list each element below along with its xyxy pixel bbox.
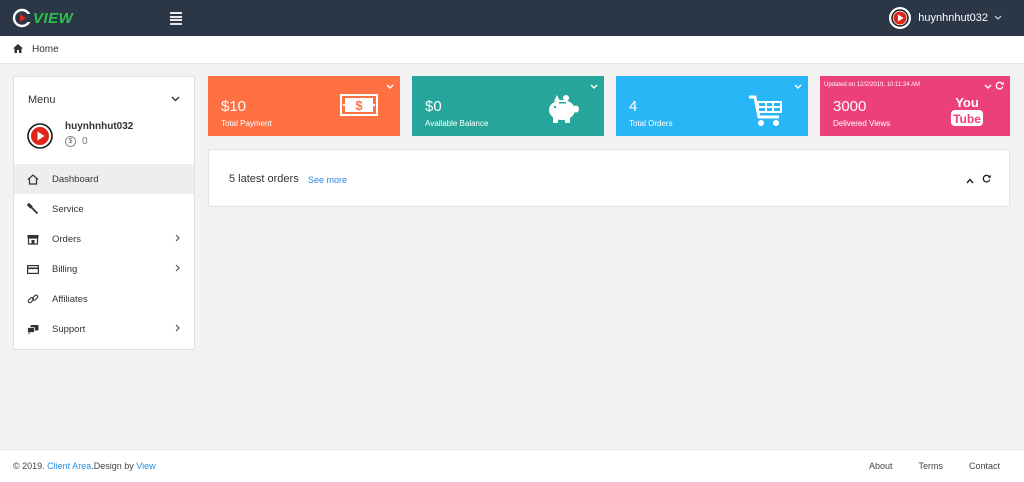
footer-link-contact[interactable]: Contact [969,461,1000,471]
sidebar: Menu huynhnhut032 $ 0 Dashboard Service … [13,76,195,350]
top-navbar: VIEW huynhnhut032 [0,0,1024,36]
chevron-up-icon[interactable] [966,175,974,187]
piggy-bank-icon [544,92,580,129]
refresh-icon[interactable] [982,174,991,186]
footer-link-about[interactable]: About [869,461,893,471]
user-menu[interactable]: huynhnhut032 [889,7,1002,29]
designer-link[interactable]: View [136,461,155,471]
breadcrumb: Home [0,36,1024,64]
latest-orders-panel: 5 latest orders See more [208,149,1010,207]
sidebar-balance: $ 0 [65,136,133,147]
sidebar-item-label: Dashboard [52,173,99,185]
stat-card-available-balance: $0 Available Balance [412,76,604,136]
money-bill-icon: $ [340,94,378,119]
chevron-right-icon [175,324,180,335]
sidebar-item-dashboard[interactable]: Dashboard [14,164,194,194]
stat-value: 3000 [833,98,867,115]
link-icon [26,292,40,306]
chevron-down-icon[interactable] [984,81,992,93]
stat-value: $0 [425,98,442,115]
copyright-text: © 2019. [13,461,45,471]
chevron-down-icon[interactable] [171,93,180,105]
sidebar-item-service[interactable]: Service [14,194,194,224]
shopping-cart-icon [748,94,784,131]
sidebar-username: huynhnhut032 [65,121,134,132]
chat-icon [26,322,40,336]
topbar-username: huynhnhut032 [918,12,988,24]
panel-title: 5 latest orders [229,173,299,185]
sidebar-item-orders[interactable]: Orders [14,224,194,254]
home-icon [26,172,40,186]
stat-label: Total Payment [221,119,272,128]
footer-links: About Terms Contact [843,461,1000,471]
store-icon [26,232,40,246]
sidebar-item-label: Orders [52,233,82,245]
see-more-link[interactable]: See more [308,175,347,185]
sidebar-item-label: Service [52,203,84,215]
chevron-down-icon [994,13,1002,24]
stat-label: Delivered Views [833,119,891,128]
footer-link-terms[interactable]: Terms [918,461,943,471]
sidebar-item-billing[interactable]: Billing [14,254,194,284]
design-by-text: .Design by [91,461,134,471]
stat-label: Available Balance [425,119,489,128]
refresh-icon[interactable] [995,81,1004,93]
brand-logo[interactable]: VIEW [12,8,73,28]
dollar-coin-icon: $ [65,136,76,147]
sidebar-item-label: Billing [52,263,78,275]
avatar [889,7,912,29]
chevron-right-icon [175,234,180,245]
svg-text:Tube: Tube [953,112,981,126]
chevron-down-icon[interactable] [794,81,802,93]
brand-name: VIEW [33,9,74,27]
chevron-down-icon[interactable] [386,81,394,93]
sidebar-item-label: Affiliates [52,293,88,305]
footer: © 2019. Client Area.Design by View About… [0,449,1024,482]
avatar [27,123,53,149]
stat-card-delivered-views: Updated on 12/2/2019, 10:11:24 AM 3000 D… [820,76,1010,136]
menu-toggle-icon[interactable] [170,12,182,25]
logo-play-icon [12,8,32,28]
sidebar-item-affiliates[interactable]: Affiliates [14,284,194,314]
sidebar-menu: Dashboard Service Orders Billing Affilia… [14,164,194,344]
sidebar-user: huynhnhut032 $ 0 [27,121,133,149]
client-area-link[interactable]: Client Area [47,461,91,471]
stat-card-total-payment: $10 Total Payment $ [208,76,400,136]
wrench-icon [26,202,40,216]
breadcrumb-home[interactable]: Home [32,44,59,55]
stat-card-total-orders: 4 Total Orders [616,76,808,136]
home-icon [13,43,23,56]
sidebar-title: Menu [28,94,56,106]
youtube-icon: You Tube [950,94,984,131]
credit-card-icon [26,262,40,276]
svg-text:$: $ [355,98,363,113]
sidebar-item-support[interactable]: Support [14,314,194,344]
stat-value: $10 [221,98,247,115]
balance-value: 0 [82,136,88,147]
chevron-right-icon [175,264,180,275]
stat-value: 4 [629,98,638,115]
updated-timestamp: Updated on 12/2/2019, 10:11:24 AM [824,82,920,88]
copyright: © 2019. Client Area.Design by View [13,461,156,471]
svg-text:You: You [955,95,979,110]
sidebar-item-label: Support [52,323,86,335]
chevron-down-icon[interactable] [590,81,598,93]
stat-label: Total Orders [629,119,673,128]
